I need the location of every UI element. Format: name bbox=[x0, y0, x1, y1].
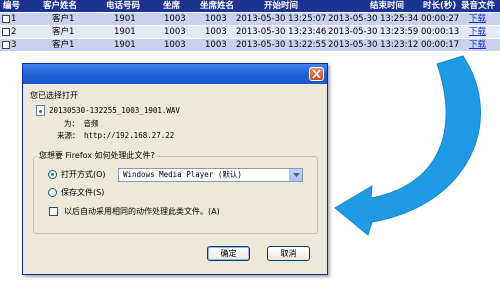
open-with-select[interactable]: Windows Media Player (默认) bbox=[118, 168, 303, 182]
file-name: 20130530-132255_1003_1901.WAV bbox=[49, 106, 180, 115]
cancel-button[interactable]: 取消 bbox=[267, 246, 310, 261]
auto-action-checkbox[interactable] bbox=[49, 207, 58, 216]
save-file-label[interactable]: 保存文件(S) bbox=[61, 188, 104, 198]
action-question: 您想要 Firefox 如何处理此文件? bbox=[37, 150, 157, 161]
audio-file-icon bbox=[36, 105, 45, 116]
open-with-value: Windows Media Player (默认) bbox=[123, 170, 242, 179]
dialog-heading: 您已选择打开 bbox=[30, 91, 78, 100]
file-type: 为： 音频 bbox=[64, 119, 99, 128]
dialog-titlebar[interactable] bbox=[23, 64, 327, 84]
file-open-dialog: 您已选择打开 20130530-132255_1003_1901.WAV 为： … bbox=[22, 63, 328, 275]
close-icon bbox=[312, 69, 321, 79]
open-with-radio[interactable] bbox=[48, 170, 57, 179]
dropdown-button[interactable] bbox=[289, 169, 302, 181]
file-source: 来源： http://192.168.27.22 bbox=[57, 131, 175, 140]
ok-button[interactable]: 确定 bbox=[207, 246, 250, 261]
close-button[interactable] bbox=[309, 67, 324, 81]
auto-action-label[interactable]: 以后自动采用相同的动作处理此类文件。(A) bbox=[64, 207, 220, 217]
open-with-label[interactable]: 打开方式(O) bbox=[61, 170, 106, 180]
chevron-down-icon bbox=[293, 173, 300, 177]
save-file-radio[interactable] bbox=[48, 188, 57, 197]
